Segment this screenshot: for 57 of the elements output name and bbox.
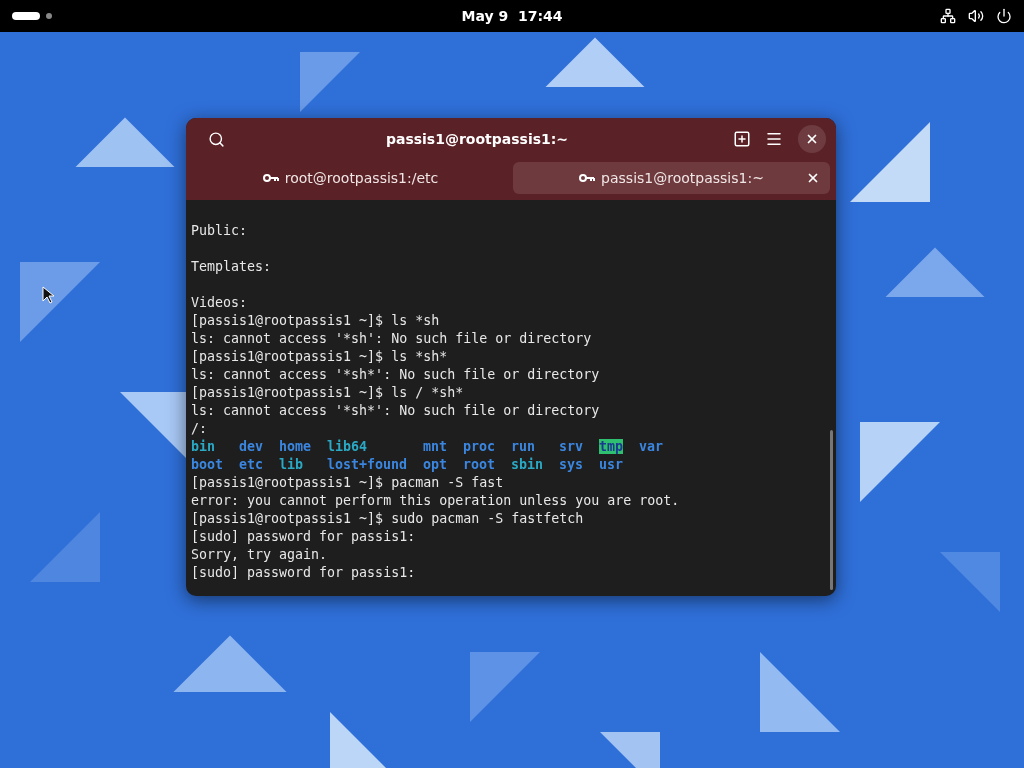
terminal-line: [sudo] password for passis1: [191, 564, 417, 582]
directory-name: boot [191, 457, 224, 472]
directory-name: run [511, 439, 536, 454]
network-icon[interactable] [940, 8, 956, 24]
terminal-line: [passis1@rootpassis1 ~]$ ls *sh [191, 312, 441, 330]
directory-name: etc [239, 457, 264, 472]
tab[interactable]: passis1@rootpassis1:~ [513, 162, 830, 194]
directory-name: lost+found [327, 457, 408, 472]
terminal-line: ls: cannot access '*sh*': No such file or directory [191, 366, 601, 384]
directory-name: home [279, 439, 312, 454]
directory-name: proc [463, 439, 496, 454]
directory-name: mnt [423, 439, 448, 454]
terminal-line: Public: [191, 222, 249, 240]
terminal-line: Sorry, try again. [191, 546, 329, 564]
power-icon[interactable] [996, 8, 1012, 24]
terminal-line: /: [191, 420, 208, 438]
terminal-line: ls: cannot access '*sh': No such file or directory [191, 330, 593, 348]
directory-name: root [463, 457, 496, 472]
key-icon [579, 173, 596, 183]
key-icon [262, 173, 279, 183]
directory-name: srv [559, 439, 584, 454]
directory-name: lib64 [327, 439, 368, 454]
scrollbar[interactable] [830, 430, 833, 590]
tab-label: passis1@rootpassis1:~ [601, 170, 764, 186]
close-icon [806, 171, 820, 185]
window-title: passis1@rootpassis1:~ [384, 131, 570, 147]
terminal-line: error: you cannot perform this operation unless you are root. [191, 492, 681, 510]
terminal-line: [passis1@rootpassis1 ~]$ pacman -S fast [191, 474, 505, 492]
directory-name: bin [191, 439, 216, 454]
directory-name: opt [423, 457, 448, 472]
tab[interactable]: root@rootpassis1:/etc [192, 162, 509, 194]
mouse-pointer-icon [42, 286, 54, 304]
terminal-line: [passis1@rootpassis1 ~]$ ls *sh* [191, 348, 449, 366]
clock[interactable]: May 9 17:44 [461, 8, 563, 24]
directory-name: sbin [511, 457, 544, 472]
terminal-line: Templates: [191, 258, 273, 276]
directory-name: var [639, 439, 664, 454]
tab-close-button[interactable] [806, 171, 820, 185]
close-button[interactable] [798, 125, 826, 153]
workspace-dot-icon[interactable] [46, 13, 52, 19]
search-icon [207, 130, 225, 148]
terminal-line: [passis1@rootpassis1 ~]$ ls / *sh* [191, 384, 465, 402]
directory-name: usr [599, 457, 624, 472]
directory-name: tmp [599, 439, 624, 454]
tab-label: root@rootpassis1:/etc [284, 170, 439, 186]
volume-icon[interactable] [968, 8, 984, 24]
directory-name: dev [239, 439, 264, 454]
menu-icon [765, 130, 783, 148]
terminal-line: ls: cannot access '*sh*': No such file or directory [191, 402, 601, 420]
workspace-indicator-icon[interactable] [12, 12, 40, 20]
terminal-line: [sudo] password for passis1: [191, 528, 417, 546]
plus-square-icon [733, 130, 751, 148]
terminal-line: [passis1@rootpassis1 ~]$ sudo pacman -S fastfetch [191, 510, 585, 528]
terminal-line: Videos: [191, 294, 249, 312]
directory-name: lib [279, 457, 304, 472]
close-icon [805, 132, 819, 146]
directory-name: sys [559, 457, 584, 472]
